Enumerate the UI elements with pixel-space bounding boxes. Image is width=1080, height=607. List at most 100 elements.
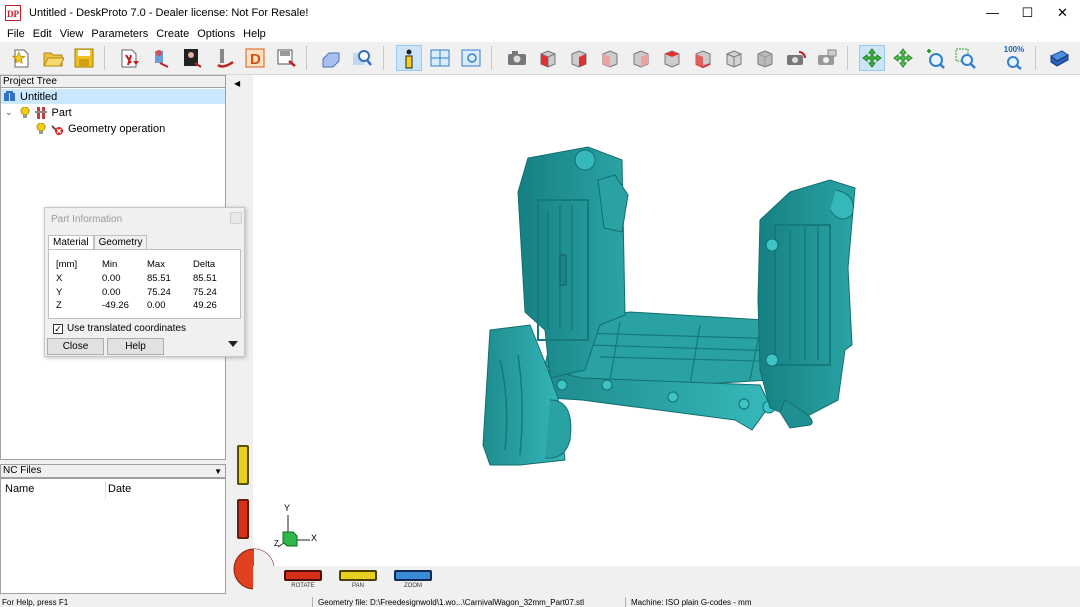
close-window-button[interactable]: ✕ [1045, 0, 1080, 25]
menu-help[interactable]: Help [239, 28, 270, 40]
open-folder-icon[interactable] [40, 45, 66, 71]
d-icon[interactable]: D [242, 45, 268, 71]
tree-item-part[interactable]: ⌄ Part [1, 105, 72, 120]
table-cell: 49.26 [193, 300, 217, 311]
zoom-in-icon[interactable] [921, 45, 947, 71]
wagon-model[interactable] [229, 75, 1080, 593]
tree-item-operation[interactable]: Geometry operation [1, 121, 165, 136]
nc-col-date[interactable]: Date [108, 483, 131, 495]
table-header: [mm] [56, 259, 78, 270]
cube-iso-icon[interactable] [721, 45, 747, 71]
svg-text:D: D [250, 51, 261, 68]
nc-col-name[interactable]: Name [5, 483, 34, 495]
collapse-arrow-icon[interactable]: ◀ [234, 79, 240, 88]
table-cell: 75.24 [193, 287, 217, 298]
tree-operation-label: Geometry operation [68, 122, 166, 135]
axis-x-label: X [311, 533, 318, 543]
export-icon[interactable] [273, 45, 299, 71]
layout-icon[interactable] [427, 45, 453, 71]
lightbulb-icon[interactable] [36, 122, 46, 135]
preview-icon[interactable] [458, 45, 484, 71]
part-settings-icon[interactable] [318, 45, 344, 71]
table-header: Max [147, 259, 165, 270]
rotate-control[interactable] [284, 570, 322, 581]
cube-right-icon[interactable] [566, 45, 592, 71]
expand-chevron-icon[interactable]: ⌄ [5, 107, 13, 118]
pan-control[interactable] [339, 570, 377, 581]
search-geometry-icon[interactable] [349, 45, 375, 71]
rotate-view-icon[interactable] [859, 45, 885, 71]
expand-dialog-icon[interactable] [228, 341, 238, 347]
camera-rotate-icon[interactable] [783, 45, 809, 71]
table-header: Delta [193, 259, 216, 270]
menu-edit[interactable]: Edit [29, 28, 56, 40]
help-button[interactable]: Help [107, 338, 164, 355]
nc-files-list[interactable]: Name Date [0, 478, 226, 594]
part-icon [34, 106, 47, 119]
project-icon [4, 90, 15, 101]
nc-files-header: NC Files ▼ [0, 464, 226, 478]
toolbar: D 100% [0, 42, 1080, 75]
import-bitmap-icon[interactable] [179, 45, 205, 71]
zoom-label: ZOOM [404, 583, 422, 589]
menu-bar: File Edit View Parameters Create Options… [0, 25, 1080, 42]
axis-indicator [277, 515, 310, 548]
nc-dropdown-icon[interactable]: ▼ [214, 466, 222, 478]
new-file-icon[interactable] [8, 45, 34, 71]
save-icon[interactable] [71, 45, 97, 71]
menu-parameters[interactable]: Parameters [87, 28, 152, 40]
cube-top-icon[interactable] [659, 45, 685, 71]
cube-back-icon[interactable] [597, 45, 623, 71]
status-machine: Machine: ISO plain G-codes - mm [631, 598, 752, 607]
info-icon[interactable] [396, 45, 422, 71]
import-geometry-icon[interactable] [117, 45, 143, 71]
minimize-button[interactable]: — [975, 0, 1010, 25]
nc-files-title: NC Files [3, 465, 42, 476]
table-cell: -49.26 [102, 300, 129, 311]
window-controls: — ☐ ✕ [975, 0, 1080, 25]
app-logo-icon: DP [5, 4, 21, 21]
close-button[interactable]: Close [47, 338, 104, 355]
tree-item-root[interactable]: Untitled [1, 89, 225, 104]
rotate-label: ROTATE [291, 583, 315, 589]
menu-options[interactable]: Options [193, 28, 239, 40]
zoom-100-icon[interactable]: 100% [1001, 45, 1027, 71]
translated-coords-label: Use translated coordinates [67, 323, 186, 334]
viewport-controls: ROTATE PAN ZOOM [253, 566, 1080, 593]
maximize-button[interactable]: ☐ [1010, 0, 1045, 25]
tab-geometry[interactable]: Geometry [93, 235, 148, 249]
translated-coords-checkbox[interactable]: ✓ [53, 323, 63, 334]
toolpath-icon[interactable] [211, 45, 237, 71]
menu-file[interactable]: File [3, 28, 29, 40]
zoom-100-label: 100% [1003, 45, 1025, 54]
title-bar: DP Untitled - DeskProto 7.0 - Dealer lic… [0, 0, 1080, 25]
tilt-control-yellow[interactable] [237, 445, 249, 485]
status-help: For Help, press F1 [2, 598, 69, 607]
tab-material[interactable]: Material [48, 235, 94, 250]
cube-front-icon[interactable] [535, 45, 561, 71]
table-cell: 75.24 [147, 287, 171, 298]
table-header: Min [102, 259, 118, 270]
pan-view-icon[interactable] [890, 45, 916, 71]
menu-view[interactable]: View [56, 28, 88, 40]
menu-create[interactable]: Create [152, 28, 193, 40]
table-cell: Y [56, 287, 63, 298]
dialog-close-icon[interactable] [230, 212, 242, 224]
cube-iso2-icon[interactable] [752, 45, 778, 71]
lightbulb-icon[interactable] [20, 106, 30, 119]
book-icon[interactable] [1046, 45, 1072, 71]
import-vector-icon[interactable] [148, 45, 174, 71]
camera-icon[interactable] [504, 45, 530, 71]
axis-y-label: Y [284, 503, 291, 513]
3d-viewport[interactable]: Y X Z [229, 75, 1080, 593]
part-information-dialog: Part Information Material Geometry [mm] … [44, 207, 245, 357]
translated-coords-option[interactable]: ✓ Use translated coordinates [53, 323, 186, 334]
cube-left-icon[interactable] [628, 45, 654, 71]
project-tree-header: Project Tree [0, 75, 226, 87]
tilt-control-red[interactable] [237, 499, 249, 539]
tree-part-label: Part [51, 106, 72, 119]
camera-pan-icon[interactable] [814, 45, 840, 71]
cube-bottom-icon[interactable] [690, 45, 716, 71]
zoom-control[interactable] [394, 570, 432, 581]
zoom-window-icon[interactable] [952, 45, 978, 71]
